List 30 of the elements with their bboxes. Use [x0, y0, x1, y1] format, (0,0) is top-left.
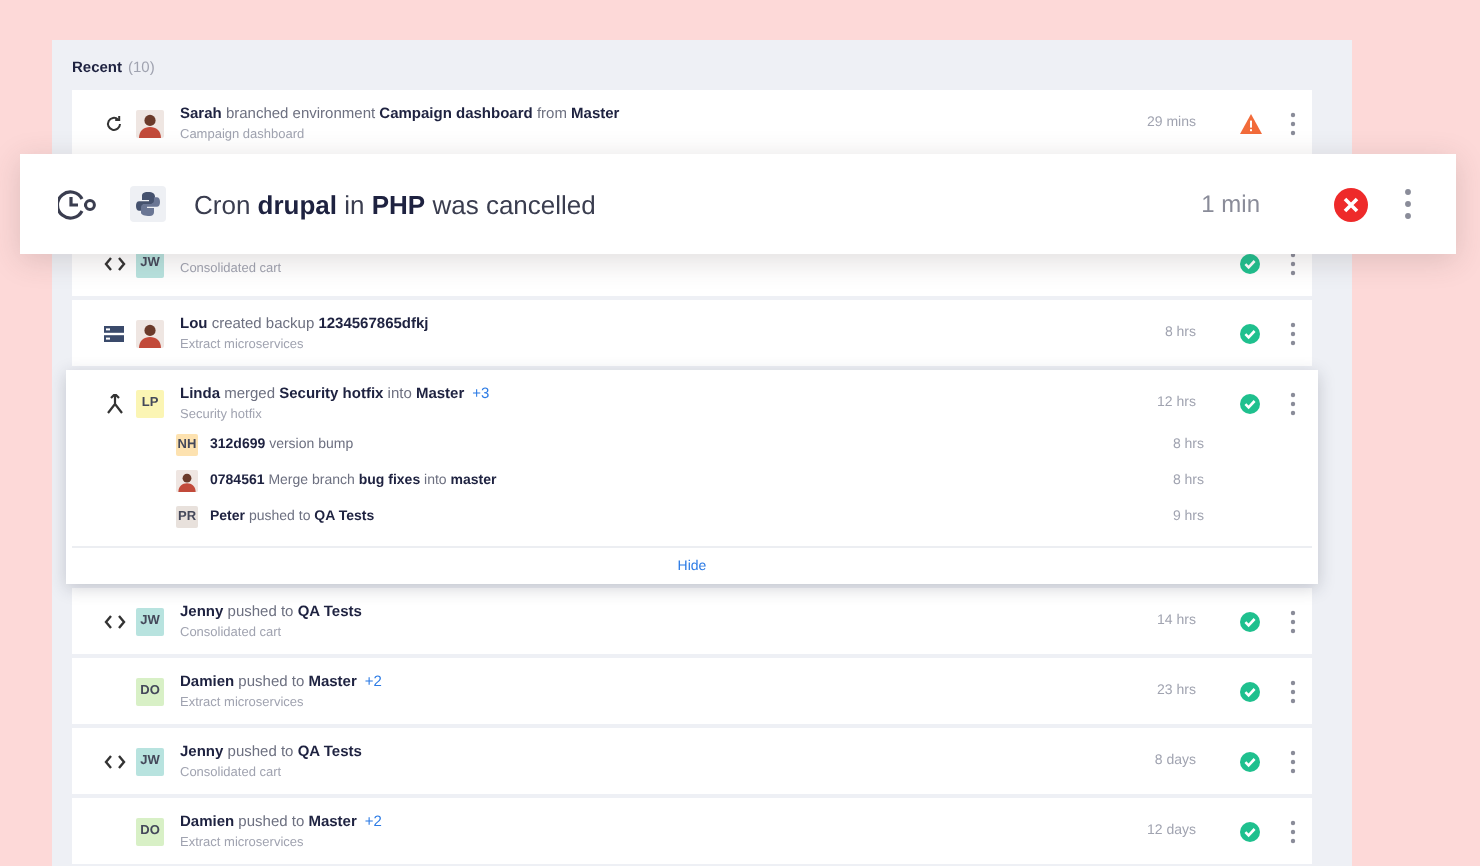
refresh-icon [104, 113, 124, 133]
avatar [176, 469, 198, 491]
success-icon [1240, 821, 1260, 841]
server-icon [104, 325, 124, 341]
more-options-icon[interactable] [1289, 609, 1295, 633]
avatar [136, 319, 164, 347]
more-options-icon[interactable] [1289, 819, 1295, 843]
code-icon [103, 613, 125, 629]
more-options-icon[interactable] [1289, 749, 1295, 773]
success-icon [1240, 681, 1260, 701]
more-options-icon[interactable] [1404, 188, 1412, 220]
more-options-icon[interactable] [1289, 321, 1295, 345]
code-icon [103, 753, 125, 769]
merge-icon [105, 393, 123, 413]
code-icon [103, 255, 125, 271]
avatar [136, 109, 164, 137]
more-options-icon[interactable] [1289, 111, 1295, 135]
warning-icon [1239, 113, 1261, 133]
notification-text: Cron drupal in PHP was cancelled [194, 189, 596, 219]
time-label: 1 min [1201, 190, 1260, 218]
error-icon [1334, 187, 1368, 221]
success-icon [1240, 751, 1260, 771]
more-options-icon[interactable] [1289, 391, 1295, 415]
python-icon [130, 186, 166, 222]
success-icon [1240, 393, 1260, 413]
more-options-icon[interactable] [1289, 679, 1295, 703]
scheduled-icon [58, 187, 98, 221]
success-icon [1240, 323, 1260, 343]
success-icon [1240, 611, 1260, 631]
more-options-icon[interactable] [1289, 251, 1295, 275]
